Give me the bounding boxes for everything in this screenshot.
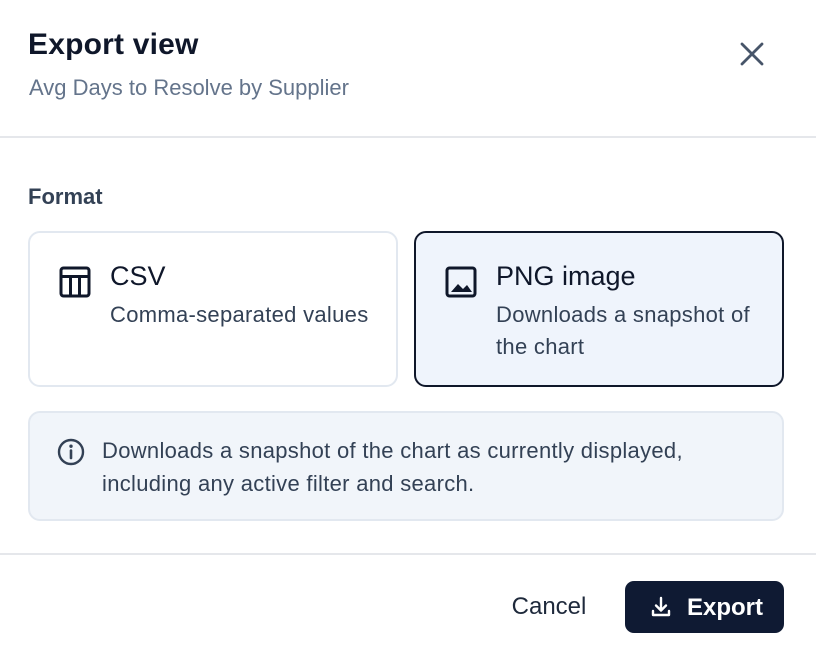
close-button[interactable] (734, 36, 770, 72)
dialog-title: Export view (28, 28, 199, 61)
format-label: Format (28, 184, 103, 209)
close-icon (740, 42, 764, 66)
dialog-subtitle: Avg Days to Resolve by Supplier (29, 75, 349, 100)
table-icon (59, 266, 91, 298)
export-button-label: Export (687, 594, 764, 621)
export-dialog: Export view Avg Days to Resolve by Suppl… (0, 0, 816, 648)
dialog-header: Export view Avg Days to Resolve by Suppl… (0, 0, 816, 138)
format-option-description: Comma-separated values (110, 302, 369, 327)
format-option-title: PNG image (496, 261, 636, 291)
info-icon (57, 438, 85, 466)
format-option-png[interactable]: PNG image Downloads a snapshot of the ch… (414, 231, 784, 387)
format-option-title: CSV (110, 261, 166, 291)
info-text: Downloads a snapshot of the chart as cur… (102, 438, 683, 496)
format-option-csv[interactable]: CSV Comma-separated values (28, 231, 398, 387)
image-icon (445, 266, 477, 298)
dialog-footer: Cancel Export (0, 553, 816, 648)
export-button[interactable]: Export (625, 581, 784, 633)
download-icon (651, 596, 671, 617)
cancel-button[interactable]: Cancel (494, 581, 604, 633)
format-option-description: Downloads a snapshot of the chart (496, 302, 750, 359)
info-callout: Downloads a snapshot of the chart as cur… (28, 411, 784, 521)
